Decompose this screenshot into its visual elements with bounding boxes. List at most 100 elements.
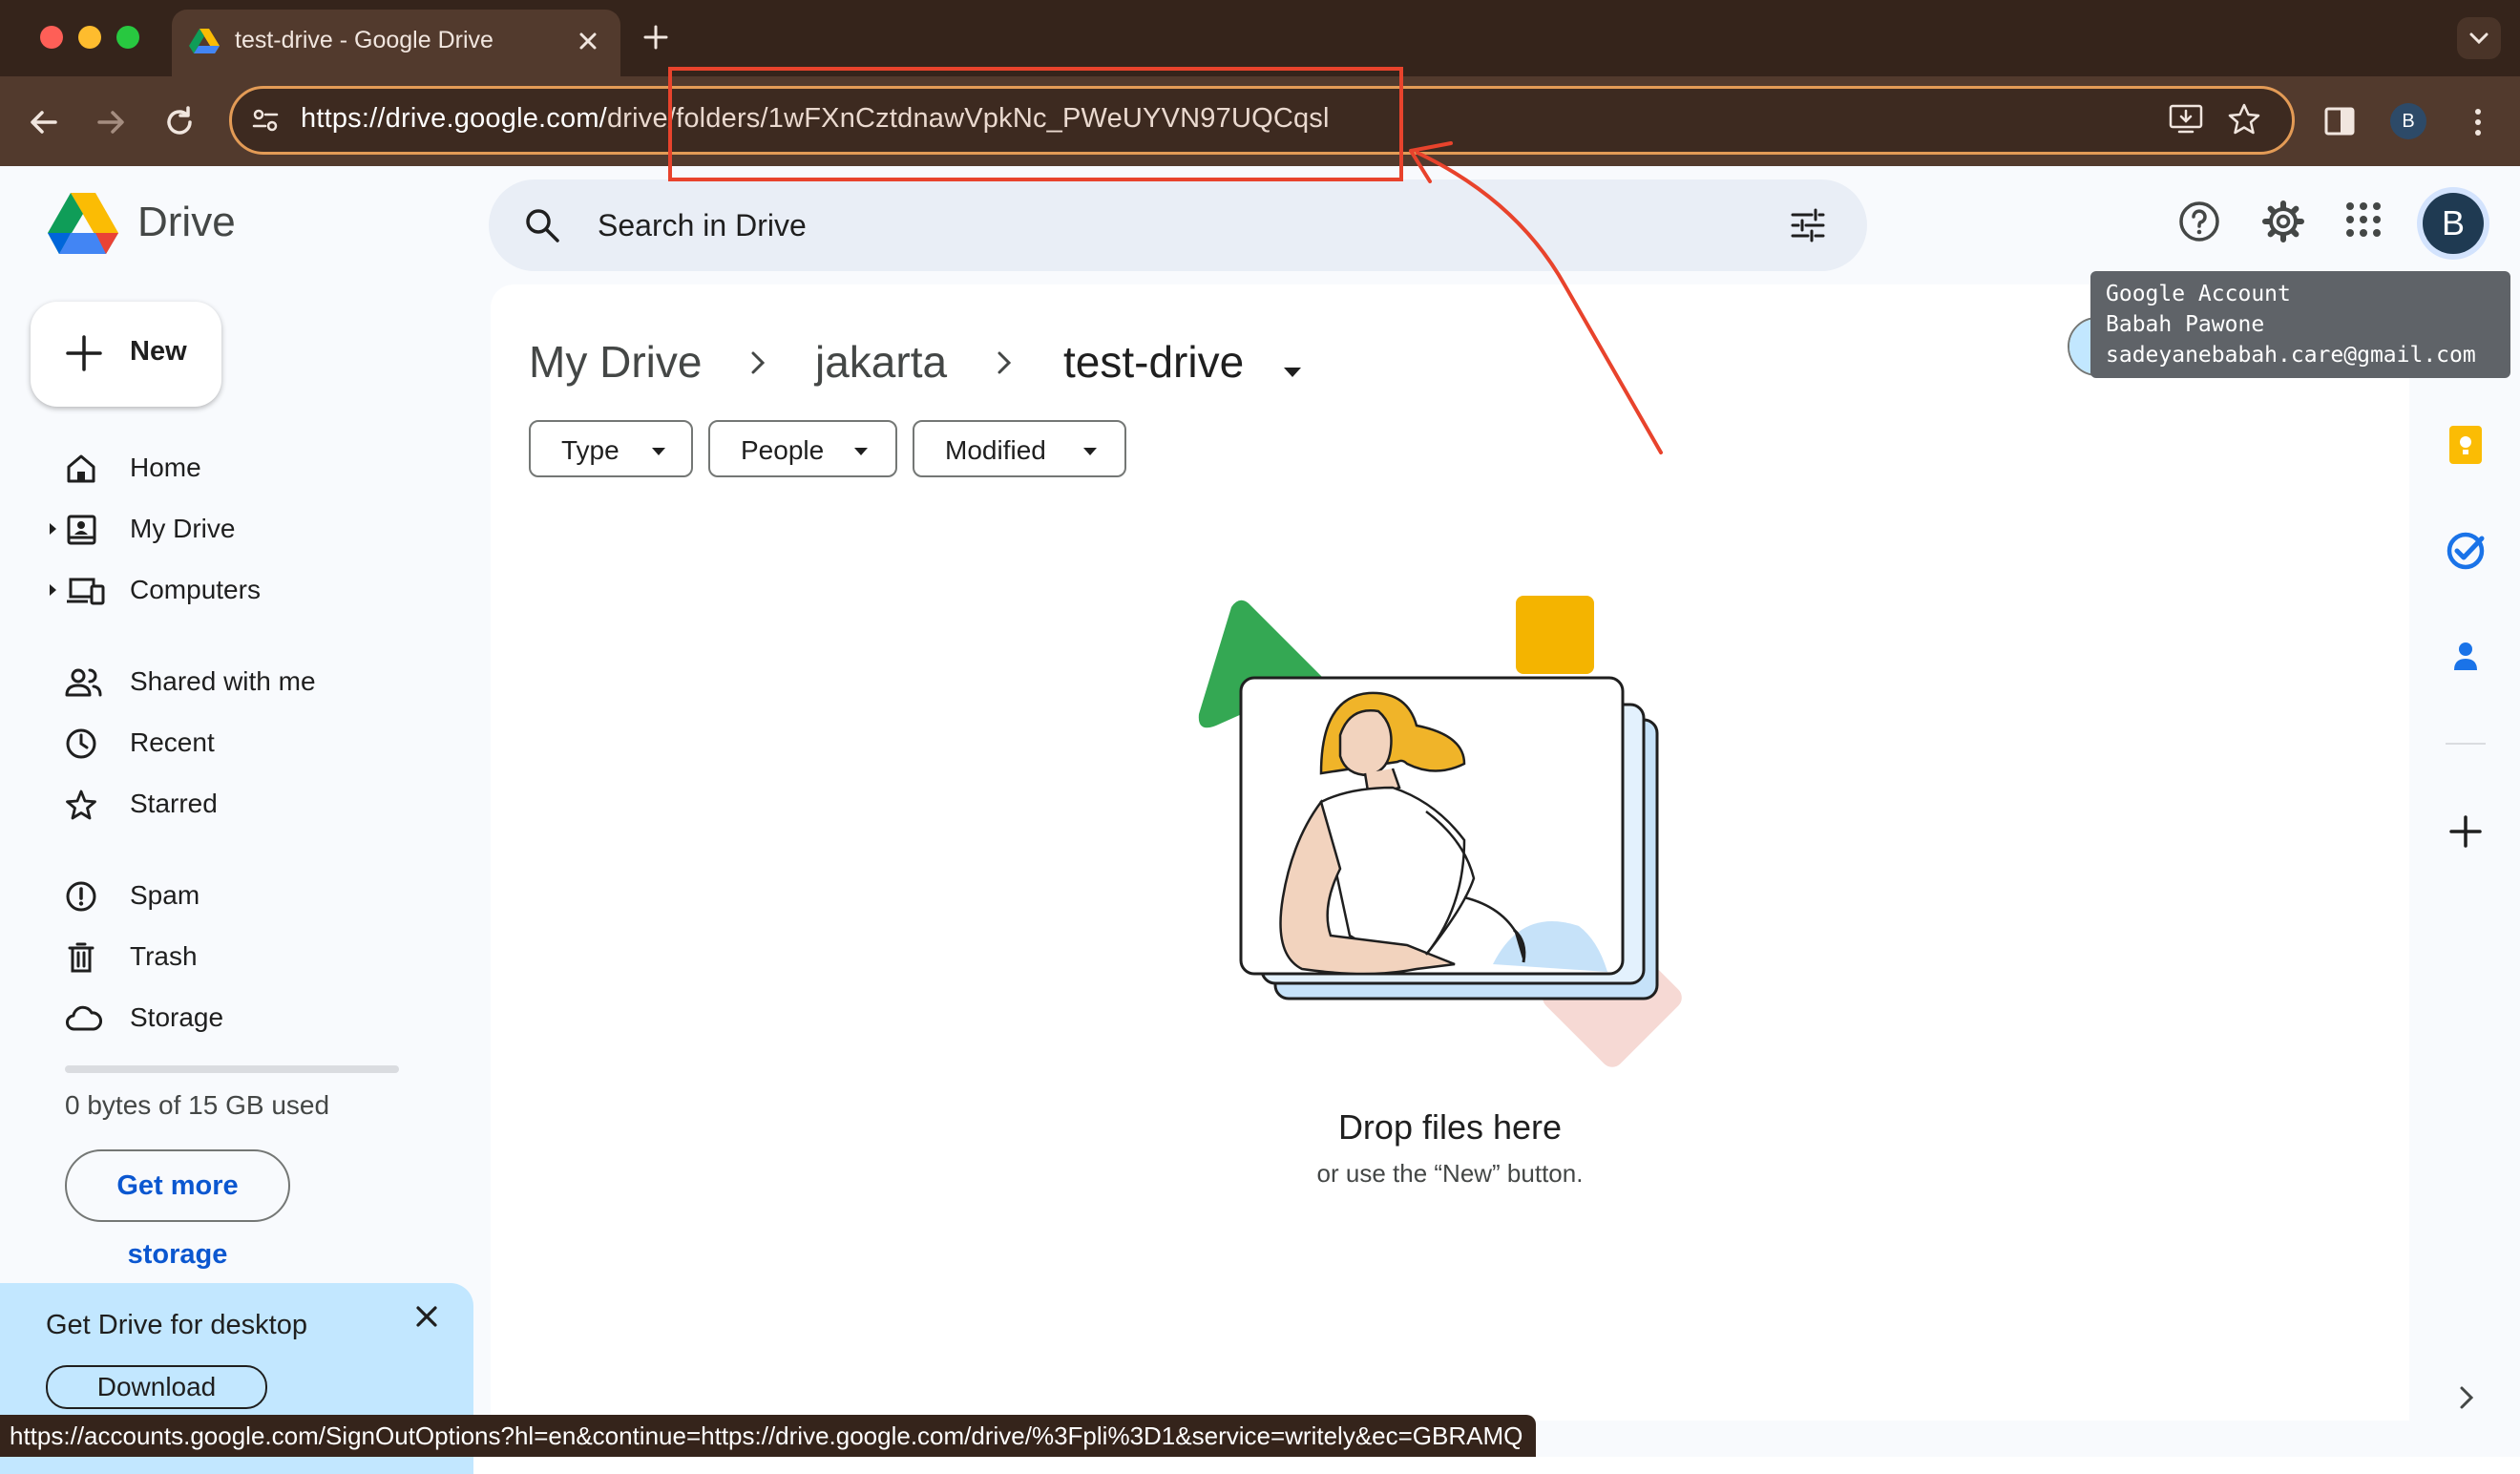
- window-minimize-button[interactable]: [78, 26, 101, 49]
- expand-caret-icon[interactable]: [48, 522, 57, 536]
- apps-grid-icon[interactable]: [2344, 200, 2383, 239]
- side-panel-divider: [2446, 743, 2486, 745]
- filter-label: Type: [561, 435, 620, 465]
- close-icon[interactable]: [410, 1300, 443, 1333]
- search-icon[interactable]: [523, 206, 561, 244]
- add-icon[interactable]: [2446, 811, 2486, 852]
- sidebar-item-spam[interactable]: Spam: [38, 869, 439, 922]
- filter-type[interactable]: Type: [529, 420, 693, 477]
- new-tab-icon[interactable]: [640, 21, 672, 53]
- tooltip-name: Babah Pawone: [2106, 312, 2265, 337]
- window-close-button[interactable]: [40, 26, 63, 49]
- drive-app: Drive Search in Drive B New Home My Driv…: [0, 166, 2520, 1474]
- browser-menu-icon[interactable]: [2467, 105, 2489, 139]
- sidebar-item-computers[interactable]: Computers: [38, 563, 439, 617]
- new-button[interactable]: New: [31, 302, 221, 407]
- breadcrumb-my-drive[interactable]: My Drive: [529, 336, 702, 388]
- promo-title: Get Drive for desktop: [46, 1310, 307, 1340]
- sidebar-item-my-drive[interactable]: My Drive: [38, 502, 439, 556]
- dropdown-arrow-icon: [853, 447, 869, 456]
- sidebar-item-shared[interactable]: Shared with me: [38, 655, 439, 708]
- search-bar[interactable]: Search in Drive: [489, 179, 1867, 271]
- address-url[interactable]: https://drive.google.com/drive/folders/1…: [301, 103, 1330, 135]
- sidebar-item-label: Trash: [130, 941, 198, 971]
- breadcrumb-current-folder[interactable]: test-drive: [1063, 336, 1244, 388]
- help-icon[interactable]: [2178, 200, 2220, 242]
- browser-tab-bar: test-drive - Google Drive: [0, 0, 2520, 78]
- search-options-icon[interactable]: [1789, 206, 1827, 244]
- star-icon: [65, 789, 97, 821]
- empty-state-title: Drop files here: [1337, 1107, 1563, 1147]
- main-content: My Drive jakarta test-drive Type People …: [491, 284, 2409, 1421]
- contacts-icon[interactable]: [2446, 638, 2486, 676]
- shared-icon: [65, 666, 103, 699]
- link-status-bar: https://accounts.google.com/SignOutOptio…: [0, 1415, 1537, 1457]
- settings-icon[interactable]: [2262, 200, 2304, 242]
- side-panel-icon[interactable]: [2323, 105, 2356, 137]
- computers-icon: [65, 575, 105, 607]
- chevron-right-icon: [995, 349, 1014, 376]
- sidebar-item-label: Shared with me: [130, 666, 316, 696]
- site-settings-icon[interactable]: [249, 104, 282, 137]
- filter-modified[interactable]: Modified: [913, 420, 1126, 477]
- expand-caret-icon[interactable]: [48, 583, 57, 597]
- back-arrow-icon[interactable]: [25, 103, 63, 141]
- filter-people[interactable]: People: [708, 420, 897, 477]
- sidebar-item-recent[interactable]: Recent: [38, 716, 439, 769]
- sidebar-item-label: Spam: [130, 880, 200, 910]
- search-input[interactable]: Search in Drive: [598, 208, 807, 243]
- cloud-icon: [65, 1002, 103, 1035]
- sidebar-item-label: Home: [130, 453, 201, 482]
- empty-folder-illustration: [1178, 592, 1693, 1088]
- window-zoom-button[interactable]: [116, 26, 139, 49]
- tab-search-button[interactable]: [2457, 17, 2501, 59]
- sidebar-item-home[interactable]: Home: [38, 441, 439, 495]
- chevron-right-icon[interactable]: [2457, 1384, 2476, 1411]
- keep-icon[interactable]: [2446, 424, 2486, 466]
- tooltip-title: Google Account: [2106, 282, 2291, 306]
- tasks-icon[interactable]: [2446, 531, 2486, 571]
- forward-arrow-icon[interactable]: [92, 103, 130, 141]
- tooltip-email: sadeyanebabah.care@gmail.com: [2106, 343, 2476, 368]
- spam-icon: [65, 880, 97, 913]
- sidebar-item-storage[interactable]: Storage: [38, 991, 439, 1044]
- dropdown-arrow-icon: [651, 447, 666, 456]
- reload-icon[interactable]: [160, 103, 199, 141]
- sidebar-item-label: My Drive: [130, 514, 236, 543]
- drive-favicon-icon: [189, 29, 220, 55]
- folder-menu-caret-icon[interactable]: [1283, 367, 1302, 378]
- sidebar-item-label: Recent: [130, 727, 215, 757]
- download-button[interactable]: Download: [46, 1365, 267, 1409]
- new-button-label: New: [130, 336, 187, 367]
- filter-label: People: [741, 435, 825, 465]
- empty-state-subtitle: or use the “New” button.: [1316, 1159, 1584, 1188]
- browser-tab-title: test-drive - Google Drive: [235, 27, 494, 53]
- get-more-storage-button[interactable]: Get more storage: [65, 1149, 290, 1270]
- filter-label: Modified: [945, 435, 1046, 465]
- address-bar[interactable]: https://drive.google.com/drive/folders/1…: [229, 86, 2295, 155]
- dropdown-arrow-icon: [1082, 447, 1098, 456]
- tab-close-icon[interactable]: [573, 26, 603, 56]
- app-name: Drive: [137, 199, 236, 245]
- bookmark-star-icon[interactable]: [2227, 102, 2261, 137]
- clock-icon: [65, 727, 97, 760]
- browser-profile-avatar[interactable]: B: [2390, 103, 2426, 139]
- sidebar-item-starred[interactable]: Starred: [38, 777, 439, 831]
- drive-logo-icon[interactable]: [48, 193, 118, 256]
- browser-toolbar: https://drive.google.com/drive/folders/1…: [0, 76, 2520, 166]
- breadcrumb-jakarta[interactable]: jakarta: [815, 336, 947, 388]
- sidebar-item-label: Computers: [130, 575, 261, 604]
- install-app-icon[interactable]: [2168, 102, 2204, 137]
- trash-icon: [65, 941, 97, 974]
- browser-tab-active[interactable]: test-drive - Google Drive: [172, 10, 620, 78]
- sidebar-item-trash[interactable]: Trash: [38, 930, 439, 983]
- my-drive-icon: [65, 514, 97, 546]
- sidebar-item-label: Starred: [130, 789, 218, 818]
- account-avatar[interactable]: B: [2423, 193, 2484, 254]
- sidebar-item-label: Storage: [130, 1002, 224, 1032]
- plus-icon: [65, 334, 103, 372]
- account-tooltip: Google Account Babah Pawone sadeyanebaba…: [2090, 271, 2510, 378]
- url-path: drive/folders/1wFXnCztdnawVpkNc_PWeUYVN9…: [606, 103, 1330, 134]
- home-icon: [65, 453, 97, 485]
- storage-usage-bar: [65, 1065, 399, 1073]
